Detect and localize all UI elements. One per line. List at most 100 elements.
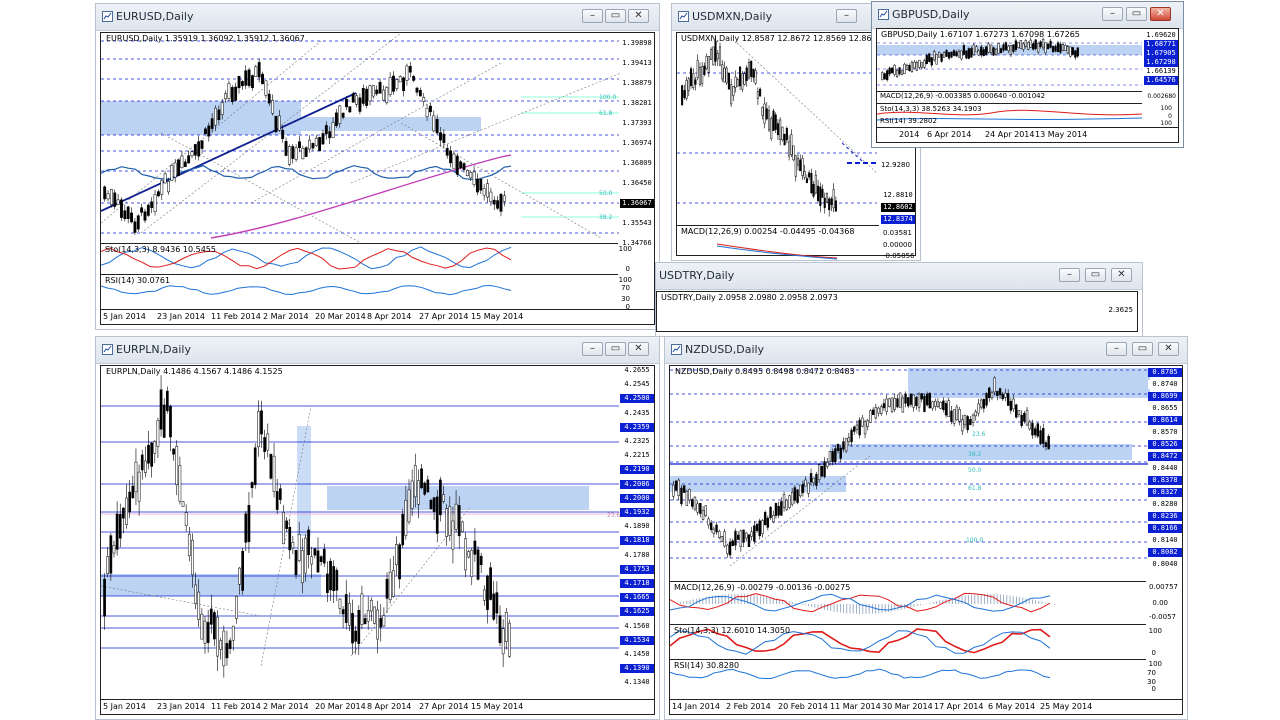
nzdusd-titlebar[interactable]: NZDUSD,Daily – ▭ ✕ [665, 337, 1187, 364]
candle-body [172, 448, 175, 455]
candle-body [974, 411, 977, 417]
candle-body [1014, 40, 1018, 50]
minimize-button[interactable]: – [1102, 7, 1123, 21]
eurusd-titlebar[interactable]: EURUSD,Daily – ▭ ✕ [96, 4, 659, 31]
minimize-button[interactable]: – [1106, 342, 1127, 356]
nzdusd-chart[interactable]: 23.6 38.2 50.0 61.8 100.0 NZDUSD,Daily 0.8… [669, 365, 1183, 715]
candle-body [925, 393, 929, 406]
close-button[interactable]: ✕ [628, 342, 649, 356]
candle-body [335, 569, 339, 591]
candle-body [853, 426, 856, 432]
usdtry-chart[interactable]: USDTRY,Daily 2.0958 2.0980 2.0958 2.0973… [656, 291, 1138, 332]
candle-body [847, 437, 851, 443]
candle-body [683, 90, 686, 98]
maximize-button[interactable]: ▭ [605, 342, 626, 356]
maximize-button[interactable]: ▭ [605, 9, 626, 23]
price-level-label: 4.1890 [620, 522, 654, 532]
date-axis: 14 Jan 2014 2 Feb 2014 20 Feb 2014 11 Mar … [670, 699, 1182, 714]
candle-body [301, 148, 305, 160]
candle-body [120, 199, 123, 218]
maximize-button[interactable]: ▭ [1085, 268, 1106, 282]
candle-body [769, 506, 772, 519]
candle-body [723, 67, 726, 83]
gbpusd-window[interactable]: GBPUSD,Daily – ▭ ✕ GBPUSD,Daily 1.67107 … [871, 1, 1184, 148]
close-button[interactable]: ✕ [1150, 7, 1171, 21]
candle-body [170, 164, 174, 181]
candle-body [220, 102, 224, 115]
eurusd-chart[interactable]: 100.0 61.8 50.0 38.2 EURUSD,Daily 1.3591… [100, 32, 655, 325]
candle-body [942, 400, 945, 410]
candle-body [322, 548, 326, 564]
window-title: GBPUSD,Daily [892, 8, 970, 21]
candle-body [810, 173, 813, 194]
gbpusd-chart[interactable]: GBPUSD,Daily 1.67107 1.67273 1.67098 1.6… [876, 28, 1179, 143]
rsi-label: RSI(14) 30.0761 [105, 276, 171, 285]
candle-body [925, 55, 928, 65]
candle-body [316, 550, 320, 573]
candle-body [392, 75, 395, 92]
candle-body [445, 148, 449, 156]
candle-body [1034, 39, 1037, 49]
close-button[interactable]: ✕ [1111, 268, 1132, 282]
eurusd-window[interactable]: EURUSD,Daily – ▭ ✕ 100.0 61.8 50.0 38.2 … [95, 3, 660, 330]
candle-body [928, 53, 931, 62]
candle-body [826, 462, 829, 467]
candle-body [1017, 42, 1020, 48]
candle-body [694, 79, 697, 85]
minimize-button[interactable]: – [836, 9, 857, 23]
candle-body [459, 161, 463, 169]
candle-body [685, 490, 689, 506]
price-level-label: 1.38281 [620, 99, 654, 108]
candle-body [904, 393, 907, 404]
candle-body [473, 540, 477, 555]
candle-body [147, 444, 150, 464]
candle-body [823, 461, 826, 477]
eurpln-window[interactable]: EURPLN,Daily – ▭ ✕ 23.6 EURPLN,Daily 4.1… [95, 336, 660, 720]
candle-body [990, 392, 994, 399]
candle-body [331, 122, 335, 138]
candle-body [915, 62, 919, 71]
nzdusd-window[interactable]: NZDUSD,Daily – ▭ ✕ 23.6 38.2 50.0 61.8 100… [664, 336, 1188, 720]
usdtry-titlebar[interactable]: USDTRY,Daily – ▭ ✕ [656, 263, 1142, 290]
price-level-label: 1.39413 [620, 59, 654, 68]
minimize-button[interactable]: – [1059, 268, 1080, 282]
candle-body [955, 51, 958, 57]
candle-body [501, 628, 505, 655]
minimize-button[interactable]: – [582, 9, 603, 23]
maximize-button[interactable]: ▭ [1132, 342, 1153, 356]
price-level-label: 12.8810 [881, 191, 915, 200]
close-button[interactable]: ✕ [1158, 342, 1179, 356]
candle-body [772, 110, 775, 131]
close-button[interactable]: ✕ [628, 9, 649, 23]
candle-body [144, 460, 147, 473]
candle-body [1064, 45, 1067, 51]
candle-body [913, 61, 916, 69]
candle-body [714, 40, 717, 62]
candle-body [388, 77, 392, 95]
candle-body [281, 129, 285, 139]
candle-body [240, 81, 244, 87]
candle-body [792, 145, 795, 161]
eurpln-chart[interactable]: 23.6 EURPLN,Daily 4.1486 4.1567 4.1486 4… [100, 365, 655, 715]
price-level-label: 1.67905 [1144, 49, 1178, 58]
candle-body [365, 88, 369, 106]
candle-body [1042, 428, 1045, 444]
candle-body [502, 195, 506, 202]
candle-body [732, 86, 735, 96]
gbpusd-titlebar[interactable]: GBPUSD,Daily – ▭ ✕ [872, 2, 1183, 29]
candle-body [807, 482, 810, 494]
candle-body [213, 612, 216, 640]
price-level-label: 0.8166 [1148, 524, 1182, 533]
candle-body [462, 163, 466, 170]
candle-body [417, 480, 420, 505]
maximize-button[interactable]: ▭ [1126, 7, 1147, 21]
price-level-label: 1.36450 [620, 179, 654, 188]
candle-body [379, 618, 383, 628]
usdtry-window[interactable]: USDTRY,Daily – ▭ ✕ USDTRY,Daily 2.0958 2… [655, 262, 1143, 337]
minimize-button[interactable]: – [582, 342, 603, 356]
candle-body [230, 87, 234, 103]
candle-body [432, 497, 436, 512]
candle-body [689, 68, 693, 87]
eurpln-titlebar[interactable]: EURPLN,Daily – ▭ ✕ [96, 337, 659, 364]
candle-body [467, 551, 470, 558]
